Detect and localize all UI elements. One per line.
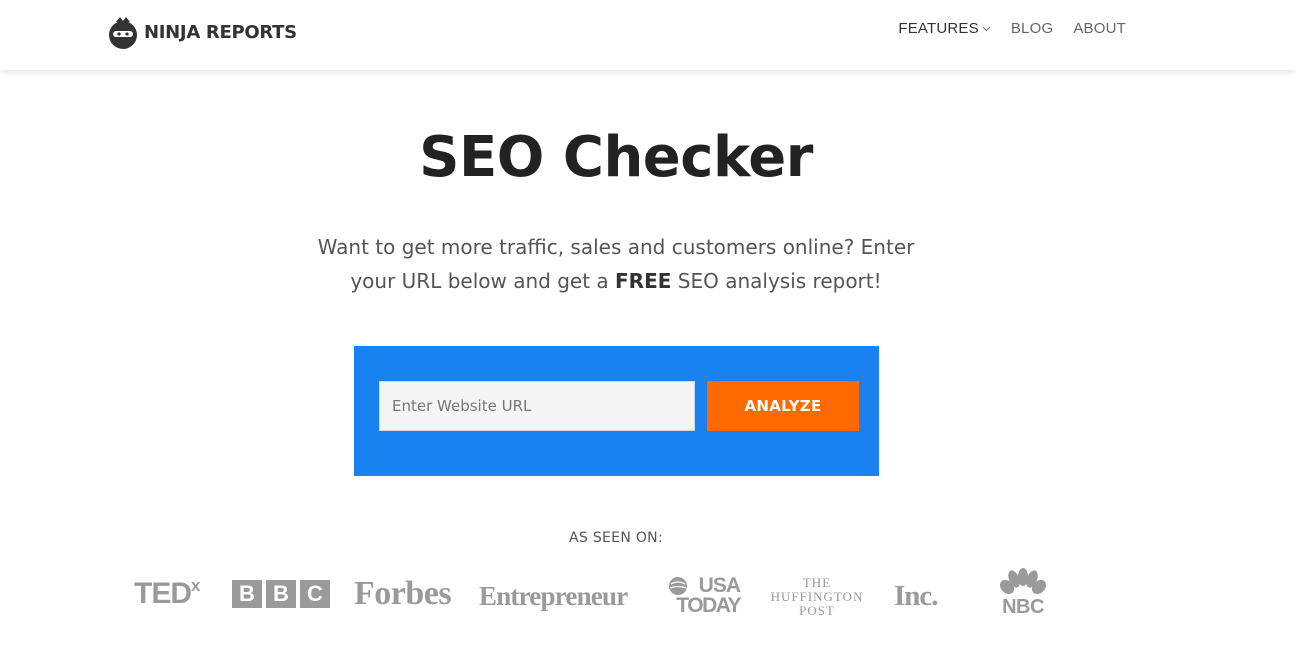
ninja-logo-icon xyxy=(109,17,137,49)
bbc-letter-3: C xyxy=(300,580,330,608)
huffington-line1: THE xyxy=(802,575,832,590)
huffington-line2: HUFFINGTON xyxy=(770,589,864,604)
nbc-logo-text: NBC xyxy=(1002,596,1044,618)
page-subtitle: Want to get more traffic, sales and cust… xyxy=(296,230,936,298)
subtitle-bold: FREE xyxy=(615,269,672,293)
tedx-logo-sup: x xyxy=(191,576,201,595)
website-url-input[interactable] xyxy=(379,381,695,431)
usa-today-logo: USA TODAY xyxy=(668,574,741,618)
nbc-logo: NBC xyxy=(998,568,1048,620)
forbes-logo-text: Forbes xyxy=(354,575,452,612)
nav-about[interactable]: ABOUT xyxy=(1073,20,1126,37)
site-logo[interactable]: NINJA REPORTS xyxy=(106,12,297,52)
huffington-post-logo: THE HUFFINGTON POST xyxy=(764,574,870,620)
huffington-line3: POST xyxy=(799,603,835,618)
page-title: SEO Checker xyxy=(419,125,813,190)
bbc-letter-1: B xyxy=(232,580,262,608)
logo-text: NINJA REPORTS xyxy=(144,21,297,43)
entrepreneur-logo: Entrepreneur xyxy=(479,578,628,614)
site-header: NINJA REPORTS FEATURES BLOG ABOUT xyxy=(0,0,1296,70)
main-nav: FEATURES BLOG ABOUT xyxy=(898,20,1126,37)
press-logos: TED x B B C Forbes Entrepreneur USA TODAY… xyxy=(134,566,1054,626)
nav-features-label: FEATURES xyxy=(898,20,979,37)
tedx-logo-text: TED xyxy=(134,577,192,610)
chevron-down-icon xyxy=(982,26,991,32)
peacock-icon xyxy=(999,568,1047,595)
inc-logo: Inc. xyxy=(894,578,939,614)
tedx-logo: TED x xyxy=(134,574,200,614)
inc-logo-text: Inc. xyxy=(894,579,939,612)
analyze-form: ANALYZE xyxy=(354,346,879,476)
analyze-button[interactable]: ANALYZE xyxy=(707,381,859,431)
globe-icon xyxy=(669,577,687,595)
subtitle-text-2: SEO analysis report! xyxy=(671,269,882,293)
bbc-logo: B B C xyxy=(232,580,330,608)
usa-today-line2: TODAY xyxy=(676,594,741,617)
nav-features[interactable]: FEATURES xyxy=(898,20,991,37)
as-seen-on-label: AS SEEN ON: xyxy=(569,530,663,546)
usa-today-line1: USA xyxy=(698,574,741,597)
nav-blog[interactable]: BLOG xyxy=(1011,20,1053,37)
forbes-logo: Forbes xyxy=(354,574,452,614)
bbc-letter-2: B xyxy=(266,580,296,608)
entrepreneur-logo-text: Entrepreneur xyxy=(479,580,628,611)
